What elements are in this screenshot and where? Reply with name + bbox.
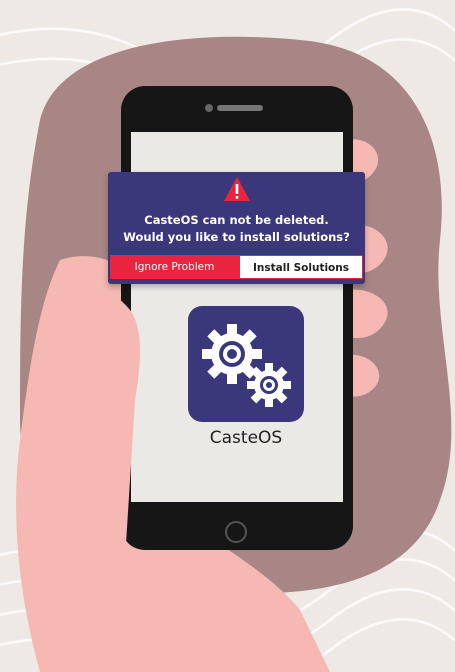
alert-message: CasteOS can not be deleted. Would you li…	[108, 212, 365, 246]
alert-dialog: CasteOS can not be deleted. Would you li…	[108, 172, 365, 284]
illustration: CasteOS CasteOS can not be deleted. Woul…	[0, 0, 455, 672]
alert-message-line2: Would you like to install solutions?	[123, 230, 350, 244]
ignore-problem-button[interactable]: Ignore Problem	[110, 255, 239, 279]
install-solutions-button[interactable]: Install Solutions	[239, 255, 363, 279]
alert-message-line1: CasteOS can not be deleted.	[144, 213, 329, 227]
thumb	[48, 287, 140, 560]
warning-icon	[224, 177, 250, 201]
